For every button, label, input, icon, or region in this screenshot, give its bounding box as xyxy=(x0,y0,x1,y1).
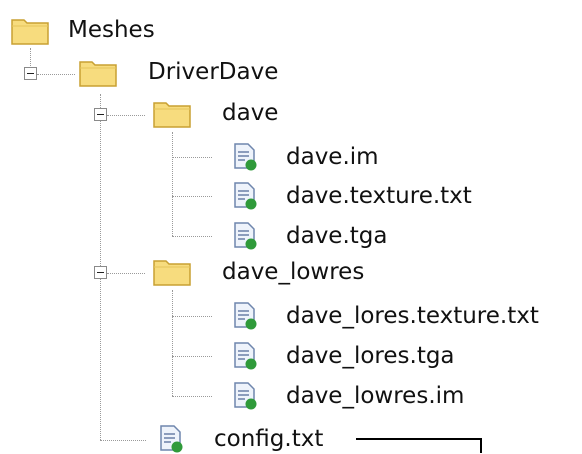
collapse-toggle[interactable] xyxy=(24,67,37,80)
folder-icon xyxy=(153,260,191,286)
file-icon xyxy=(234,182,257,210)
tree-node-label: dave.im xyxy=(286,144,379,170)
tree-connector xyxy=(172,356,212,357)
tree-connector xyxy=(107,273,145,274)
tree-node-label: dave.texture.txt xyxy=(286,183,472,209)
file-icon xyxy=(234,342,257,370)
tree-connector xyxy=(172,236,212,237)
tree-connector xyxy=(172,290,173,396)
tree-connector xyxy=(172,132,173,236)
tree-node-label: dave_lores.texture.txt xyxy=(286,303,539,329)
collapse-toggle[interactable] xyxy=(94,108,107,121)
folder-icon xyxy=(153,102,191,128)
file-icon xyxy=(234,302,257,330)
tree-connector xyxy=(100,440,146,441)
tree-node-label: dave xyxy=(222,100,279,126)
tree-connector xyxy=(37,74,75,75)
file-icon xyxy=(234,382,257,410)
folder-icon xyxy=(79,61,117,87)
tree-node-label: dave_lowres.im xyxy=(286,383,465,409)
tree-connector xyxy=(172,196,212,197)
tree-node-label: config.txt xyxy=(214,426,324,452)
tree-node-label: dave_lowres xyxy=(222,259,365,285)
tree-connector xyxy=(172,316,212,317)
tree-connector xyxy=(172,157,212,158)
tree-node-label: Meshes xyxy=(68,17,155,43)
file-tree: Meshes DriverDave dave dave.im dave.text… xyxy=(0,0,582,453)
tree-node-label: DriverDave xyxy=(148,59,279,85)
tree-connector xyxy=(172,396,212,397)
file-icon xyxy=(234,143,257,171)
tree-node-label: dave.tga xyxy=(286,223,388,249)
file-icon xyxy=(234,222,257,250)
callout-line xyxy=(480,438,482,453)
file-icon xyxy=(160,425,183,453)
tree-node-label: dave_lores.tga xyxy=(286,343,455,369)
folder-icon xyxy=(11,19,49,45)
tree-connector xyxy=(107,115,145,116)
callout-line xyxy=(356,438,482,440)
collapse-toggle[interactable] xyxy=(94,266,107,279)
